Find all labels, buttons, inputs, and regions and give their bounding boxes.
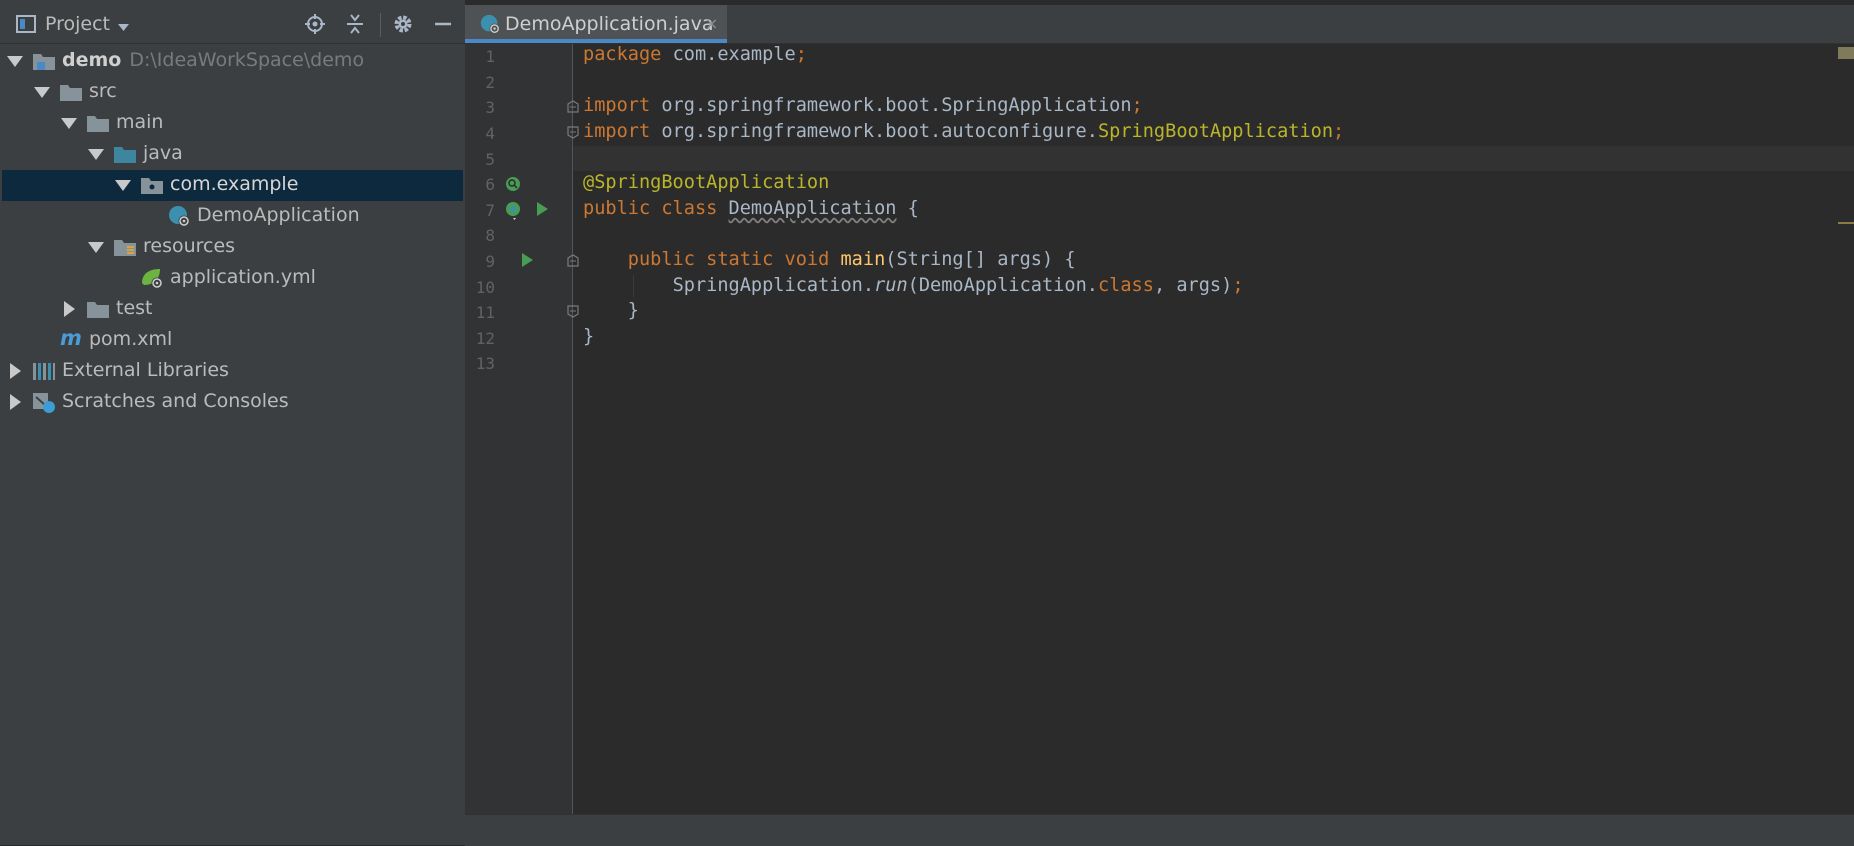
- project-view-icon: [16, 15, 36, 33]
- line-number: 3: [485, 98, 495, 117]
- code-editor[interactable]: DemoApplication.java × 1 2 3 4 5 6 7 8 9…: [465, 0, 1854, 846]
- minimize-icon[interactable]: [431, 12, 455, 36]
- line-number: 6: [485, 175, 495, 194]
- line-number: 13: [475, 354, 495, 373]
- line-number: 5: [485, 150, 495, 169]
- scrollbar-marker[interactable]: [1838, 222, 1854, 224]
- expand-arrow-icon[interactable]: [34, 87, 50, 98]
- code-line-4: import org.springframework.boot.autoconf…: [583, 121, 1345, 142]
- project-view-selector[interactable]: Project: [45, 13, 110, 35]
- spring-bean-icon[interactable]: [505, 176, 521, 192]
- collapsed-arrow-icon[interactable]: [10, 363, 21, 379]
- tab-demoapplication-java[interactable]: DemoApplication.java ×: [465, 5, 727, 43]
- library-icon: [33, 363, 55, 380]
- resources-folder-icon: [114, 240, 136, 256]
- tree-item-label: com.example: [170, 173, 299, 195]
- fold-icon[interactable]: [567, 254, 579, 267]
- line-number: 1: [485, 47, 495, 66]
- close-icon[interactable]: ×: [705, 14, 718, 33]
- tree-item-com-example[interactable]: com.example: [2, 170, 463, 201]
- scratches-icon: [33, 393, 55, 413]
- collapse-all-icon[interactable]: [343, 12, 367, 36]
- fold-icon[interactable]: [567, 305, 579, 318]
- current-line-highlight: [573, 146, 1854, 171]
- maven-icon: m: [60, 326, 82, 350]
- tree-item-resources[interactable]: resources: [2, 232, 463, 263]
- line-number: 7: [485, 201, 495, 220]
- locate-icon[interactable]: [303, 12, 327, 36]
- tree-item-demo[interactable]: demo D:\IdeaWorkSpace\demo: [2, 46, 463, 77]
- tree-item-application-yml[interactable]: application.yml: [2, 263, 463, 294]
- project-panel: Project demo D:\IdeaWorkSpace\demo src m…: [0, 0, 465, 845]
- tree-item-label: Scratches and Consoles: [62, 390, 289, 412]
- expand-arrow-icon[interactable]: [115, 180, 131, 191]
- indent-guide: [633, 275, 634, 297]
- tree-item-src[interactable]: src: [2, 77, 463, 108]
- fold-icon[interactable]: [567, 100, 579, 113]
- line-number: 12: [475, 329, 495, 348]
- line-number: 8: [485, 226, 495, 245]
- tree-item-external-libraries[interactable]: External Libraries: [2, 356, 463, 387]
- expand-arrow-icon[interactable]: [88, 149, 104, 160]
- status-bar: [465, 814, 1854, 846]
- spring-config-icon: [142, 269, 163, 289]
- collapsed-arrow-icon[interactable]: [64, 301, 75, 317]
- tab-label: DemoApplication.java: [505, 13, 714, 35]
- tree-item-label: demo D:\IdeaWorkSpace\demo: [62, 49, 365, 71]
- code-line-7: public class DemoApplication {: [583, 198, 919, 219]
- tree-item-label: src: [89, 80, 117, 102]
- tree-item-label: java: [143, 142, 183, 164]
- spring-boot-class-icon: [169, 206, 190, 227]
- code-line-1: package com.example;: [583, 44, 807, 65]
- line-number: 11: [475, 303, 495, 322]
- tree-item-label: resources: [143, 235, 236, 257]
- source-folder-icon: [114, 147, 136, 163]
- gear-icon[interactable]: [391, 12, 415, 36]
- tree-item-java[interactable]: java: [2, 139, 463, 170]
- expand-arrow-icon[interactable]: [88, 242, 104, 253]
- tree-item-demoapplication[interactable]: DemoApplication: [2, 201, 463, 232]
- editor-tab-bar: DemoApplication.java ×: [465, 5, 1854, 44]
- module-folder-icon: [33, 54, 55, 70]
- tree-item-label: test: [116, 297, 153, 319]
- tree-item-pom-xml[interactable]: m pom.xml: [2, 325, 463, 356]
- tree-item-test[interactable]: test: [2, 294, 463, 325]
- package-icon: [141, 178, 163, 194]
- code-line-11: }: [583, 300, 639, 321]
- code-line-10: SpringApplication.run(DemoApplication.cl…: [672, 275, 1244, 296]
- tree-item-label: application.yml: [170, 266, 316, 288]
- tree-item-label: External Libraries: [62, 359, 229, 381]
- code-line-9: public static void main(String[] args) {: [627, 249, 1076, 270]
- code-line-3: import org.springframework.boot.SpringAp…: [583, 95, 1143, 116]
- expand-arrow-icon[interactable]: [61, 118, 77, 129]
- spring-boot-class-icon: [480, 14, 500, 34]
- tree-item-label: DemoApplication: [197, 204, 360, 226]
- tree-item-label: main: [116, 111, 164, 133]
- code-line-12: }: [583, 326, 595, 347]
- tree-item-label: pom.xml: [89, 328, 173, 350]
- header-divider: [380, 13, 381, 37]
- line-number: 10: [475, 278, 495, 297]
- line-number: 2: [485, 73, 495, 92]
- folder-icon: [87, 116, 109, 132]
- folder-icon: [87, 302, 109, 318]
- chevron-down-icon[interactable]: [118, 24, 129, 31]
- tree-item-scratches[interactable]: Scratches and Consoles: [2, 387, 463, 418]
- line-number: 4: [485, 124, 495, 143]
- inspection-marker[interactable]: [1838, 47, 1854, 59]
- run-icon[interactable]: [537, 202, 548, 216]
- fold-icon[interactable]: [567, 126, 579, 139]
- project-path: D:\IdeaWorkSpace\demo: [129, 49, 365, 71]
- line-number: 9: [485, 252, 495, 271]
- collapsed-arrow-icon[interactable]: [10, 394, 21, 410]
- tree-item-main[interactable]: main: [2, 108, 463, 139]
- code-line-6: @SpringBootApplication: [583, 172, 830, 193]
- project-panel-header: Project: [0, 5, 465, 44]
- spring-bean-icon[interactable]: [505, 201, 523, 221]
- expand-arrow-icon[interactable]: [7, 56, 23, 67]
- run-icon[interactable]: [522, 253, 533, 267]
- folder-icon: [60, 85, 82, 101]
